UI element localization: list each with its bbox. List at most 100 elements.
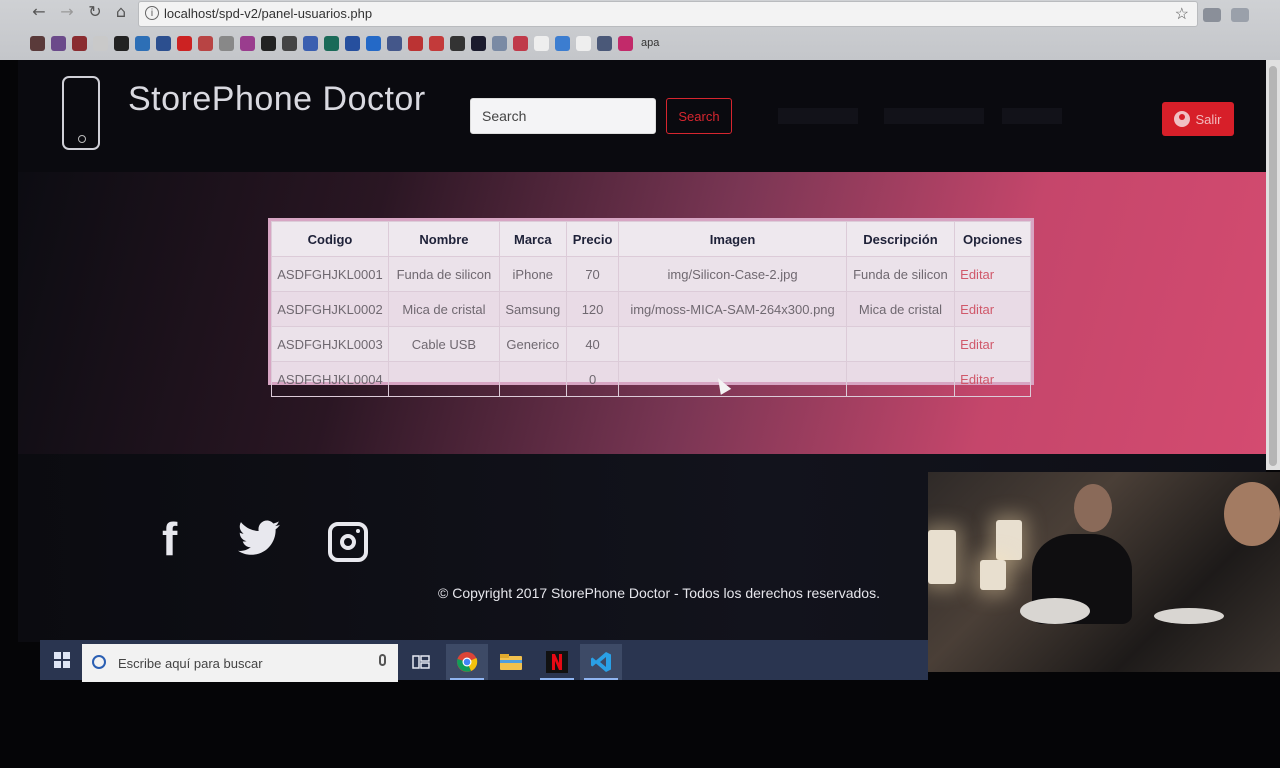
cell-precio: 40 [565,326,620,362]
cell-nombre [387,361,500,397]
twitter-icon[interactable] [238,520,280,556]
star-icon[interactable]: ☆ [1175,4,1189,24]
logout-button[interactable]: Salir [1162,102,1234,136]
bookmark-icon[interactable] [30,35,45,51]
facebook-bookmark-icon[interactable] [156,35,171,51]
bookmark-icon[interactable] [471,35,486,51]
bookmark-icon[interactable] [324,35,339,51]
cell-marca [498,361,567,397]
extension-icon[interactable] [1203,8,1221,22]
bookmark-icon[interactable] [198,35,213,51]
column-header: Codigo [271,221,389,257]
cell-imagen [618,326,847,362]
youtube-bookmark-icon[interactable] [177,35,192,51]
cell-marca: Samsung [498,291,567,327]
bookmark-icon[interactable] [597,35,612,51]
netflix-icon[interactable] [536,644,578,680]
video-player-overlay[interactable] [928,472,1280,672]
vscode-icon[interactable] [580,644,622,680]
nav-item-hidden[interactable] [778,108,858,124]
chrome-icon[interactable] [446,644,488,680]
bookmark-icon[interactable] [345,35,360,51]
scrollbar-thumb[interactable] [1269,66,1277,466]
video-scene [1020,598,1090,624]
taskbar-search-placeholder: Escribe aquí para buscar [118,656,263,671]
document-icon[interactable] [576,35,591,51]
cell-marca: iPhone [498,256,567,292]
cell-opciones: Editar [954,256,1031,292]
search-input[interactable] [470,98,656,134]
cell-nombre: Funda de silicon [387,256,500,292]
address-url: localhost/spd-v2/panel-usuarios.php [164,6,373,21]
cell-descripcion: Mica de cristal [845,291,956,327]
bookmark-icon[interactable] [366,35,381,51]
facebook-icon[interactable]: f [162,512,177,566]
taskbar-search-box[interactable]: Escribe aquí para buscar [82,644,398,682]
home-icon[interactable]: ⌂ [110,2,132,22]
bookmark-icon[interactable] [51,35,66,51]
site-brand[interactable]: StorePhone Doctor [128,80,426,119]
table-header-row: Codigo Nombre Marca Precio Imagen Descri… [271,221,1031,257]
cell-opciones: Editar [954,326,1031,362]
nav-item-hidden[interactable] [1002,108,1062,124]
video-scene [996,520,1022,560]
bookmark-icon[interactable] [303,35,318,51]
table-row: ASDFGHJKL0002 Mica de cristal Samsung 12… [271,291,1031,327]
windows-taskbar: Escribe aquí para buscar [40,640,928,682]
edit-link[interactable]: Editar [960,372,994,387]
edit-link[interactable]: Editar [960,302,994,317]
google-icon[interactable] [93,35,108,51]
bookmark-icon[interactable] [618,35,633,51]
cell-opciones: Editar [954,291,1031,327]
bookmark-icon[interactable] [492,35,507,51]
bookmark-icon[interactable] [72,35,87,51]
gmail-bookmark-icon[interactable] [219,35,234,51]
footer-copyright: © Copyright 2017 StorePhone Doctor - Tod… [438,585,880,601]
bookmark-icon[interactable] [555,35,570,51]
bookmark-apa[interactable]: apa [641,37,659,49]
cell-descripcion: Funda de silicon [845,256,956,292]
bookmark-icon[interactable] [408,35,423,51]
video-scene [1224,482,1280,546]
bookmark-icon[interactable] [429,35,444,51]
cell-descripcion [845,326,956,362]
column-header: Precio [565,221,620,257]
edit-link[interactable]: Editar [960,337,994,352]
cell-codigo: ASDFGHJKL0004 [271,361,389,397]
cell-codigo: ASDFGHJKL0001 [271,256,389,292]
bookmark-icon[interactable] [450,35,465,51]
bookmark-icon[interactable] [282,35,297,51]
cell-nombre: Mica de cristal [387,291,500,327]
microphone-icon[interactable] [379,654,386,666]
document-icon[interactable] [534,35,549,51]
bookmark-icon[interactable] [513,35,528,51]
github-bookmark-icon[interactable] [261,35,276,51]
bookmark-icon[interactable] [114,35,129,51]
edit-link[interactable]: Editar [960,267,994,282]
instagram-bookmark-icon[interactable] [240,35,255,51]
forward-icon[interactable]: → [56,2,78,22]
file-explorer-icon[interactable] [490,644,532,680]
twitter-bookmark-icon[interactable] [135,35,150,51]
windows-start-icon[interactable] [54,652,70,668]
bookmarks-bar: apa [30,33,659,53]
bookmark-icon[interactable] [387,35,402,51]
phone-logo-icon[interactable] [62,76,100,150]
page-scrollbar[interactable] [1266,60,1280,470]
search-button[interactable]: Search [666,98,732,134]
extension-icon[interactable] [1231,8,1249,22]
info-icon[interactable]: i [145,6,159,20]
task-view-icon[interactable] [400,644,442,680]
instagram-icon[interactable] [328,522,368,562]
nav-item-hidden[interactable] [884,108,984,124]
table-row: ASDFGHJKL0001 Funda de silicon iPhone 70… [271,256,1031,292]
cortana-icon [92,655,106,669]
video-scene [1074,484,1112,532]
video-scene [928,530,956,584]
browser-toolbar: ← → ↻ ⌂ i localhost/spd-v2/panel-usuario… [0,0,1280,60]
video-scene [980,560,1006,590]
address-bar[interactable]: i localhost/spd-v2/panel-usuarios.php ☆ [138,1,1198,27]
back-icon[interactable]: ← [28,2,50,22]
reload-icon[interactable]: ↻ [84,2,106,22]
table-row: ASDFGHJKL0003 Cable USB Generico 40 Edit… [271,326,1031,362]
